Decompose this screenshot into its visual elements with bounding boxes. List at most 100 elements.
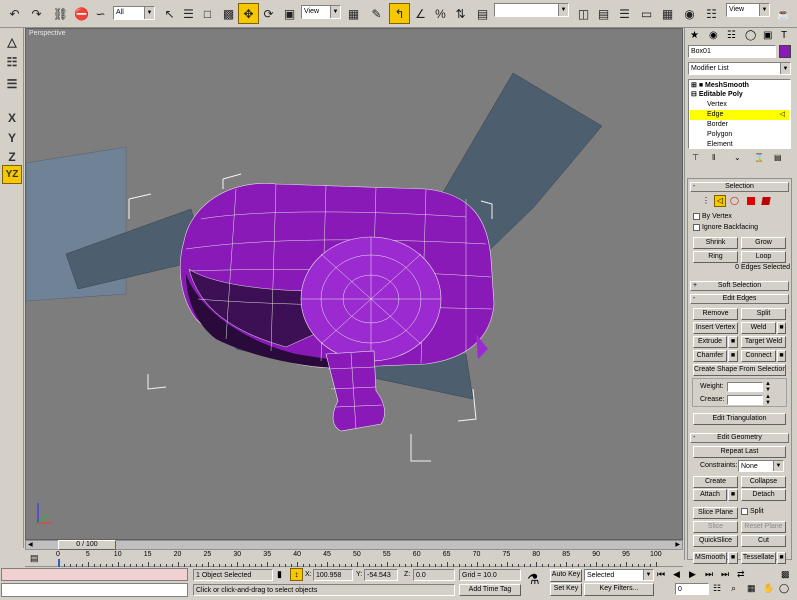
expand-icon[interactable]: ⊞: [691, 82, 697, 89]
collapse-icon[interactable]: ⊟: [691, 91, 697, 98]
orbit-icon[interactable]: ◯: [779, 583, 789, 594]
configure-sets-icon[interactable]: ▤: [774, 153, 782, 162]
attach-settings-icon[interactable]: ■: [728, 489, 738, 501]
time-slider-track[interactable]: 0 / 100 ◀ ▶: [25, 540, 683, 550]
time-config-icon[interactable]: ☷: [713, 583, 721, 594]
set-key-button[interactable]: Set Key: [550, 583, 582, 596]
crease-spinner[interactable]: [727, 395, 763, 405]
axis-constraint-z[interactable]: Z: [2, 147, 22, 166]
play-icon[interactable]: ▶: [689, 569, 696, 580]
key-mode-dropdown[interactable]: Selected ▼: [584, 569, 654, 581]
sub-element[interactable]: Element: [707, 140, 733, 149]
zoom-all-icon[interactable]: ▦: [747, 583, 756, 594]
constraints-dropdown[interactable]: None ▼: [738, 460, 784, 472]
axis-constraint-y[interactable]: Y: [2, 128, 22, 147]
element-mode-icon[interactable]: [761, 197, 771, 205]
weld-button[interactable]: Weld: [741, 322, 776, 334]
display-tab-icon[interactable]: ▣: [763, 30, 772, 41]
remove-modifier-icon[interactable]: ⌛: [754, 153, 764, 162]
axis-constraint-yz[interactable]: YZ: [2, 165, 22, 184]
current-frame-field[interactable]: 0: [675, 583, 709, 595]
detach-button[interactable]: Detach: [741, 489, 786, 501]
grow-button[interactable]: Grow: [741, 237, 786, 249]
target-weld-button[interactable]: Target Weld: [741, 336, 786, 348]
trackbar-menu-icon[interactable]: ▤: [30, 553, 39, 564]
edit-triangulation-button[interactable]: Edit Triangulation: [693, 413, 786, 425]
stack-item-editable-poly[interactable]: ⊟ Editable Poly: [691, 90, 788, 99]
shrink-button[interactable]: Shrink: [693, 237, 738, 249]
material-editor-icon[interactable]: ◉: [679, 3, 700, 24]
key-filters-button[interactable]: Key Filters...: [584, 583, 654, 596]
angle-snap-icon[interactable]: ∠: [410, 3, 431, 24]
connect-button[interactable]: Connect: [741, 350, 776, 362]
reference-coordinate-dropdown[interactable]: View ▼: [301, 5, 341, 19]
edit-edges-rollout-header[interactable]: - Edit Edges: [690, 294, 789, 304]
modify-tab-icon[interactable]: ◉: [709, 30, 718, 41]
modify-panel-icon[interactable]: ☰: [2, 74, 22, 93]
insert-vertex-button[interactable]: Insert Vertex: [693, 322, 738, 334]
next-key-icon[interactable]: ⏭: [705, 569, 713, 580]
spinner-snap-icon[interactable]: ⇅: [450, 3, 471, 24]
extrude-button[interactable]: Extrude: [693, 336, 727, 348]
z-coordinate-field[interactable]: 0.0: [413, 569, 455, 581]
goto-end-icon[interactable]: ⏭: [721, 569, 729, 580]
y-coordinate-field[interactable]: -54.543: [364, 569, 398, 581]
time-slider-thumb[interactable]: 0 / 100: [58, 540, 116, 550]
select-and-move-icon[interactable]: ✥: [238, 3, 259, 24]
split-button[interactable]: Split: [741, 308, 786, 320]
schematic-view-icon[interactable]: ▦: [657, 3, 678, 24]
cut-button[interactable]: Cut: [741, 535, 786, 547]
msmooth-settings-icon[interactable]: ■: [728, 552, 738, 564]
chamfer-settings-icon[interactable]: ■: [728, 350, 738, 362]
pivot-center-icon[interactable]: ▦: [343, 3, 364, 24]
border-mode-icon[interactable]: ◯: [730, 196, 739, 205]
tessellate-button[interactable]: Tessellate: [741, 552, 776, 564]
object-color-swatch[interactable]: [779, 45, 791, 58]
key-mode-toggle-icon[interactable]: ⇄: [737, 569, 745, 580]
view-dropdown[interactable]: View ▼: [726, 3, 770, 17]
zoom-icon[interactable]: ⌕: [731, 583, 736, 594]
named-selection-sets-dropdown[interactable]: ▼: [494, 3, 569, 17]
tessellate-settings-icon[interactable]: ■: [777, 552, 786, 564]
edge-mode-button[interactable]: ◁: [714, 195, 726, 207]
curve-editor-icon[interactable]: ▭: [636, 3, 657, 24]
prev-key-icon[interactable]: ◀: [673, 569, 680, 580]
bulb-icon[interactable]: ■: [699, 82, 703, 89]
slice-plane-button[interactable]: Slice Plane: [693, 507, 738, 519]
goto-start-icon[interactable]: ⏮: [657, 569, 665, 580]
extrude-settings-icon[interactable]: ■: [728, 336, 738, 348]
unlink-icon[interactable]: ⛔: [71, 3, 92, 24]
next-frame-icon[interactable]: ▶: [675, 541, 680, 548]
percent-snap-icon[interactable]: %: [430, 3, 451, 24]
snap-toggle-icon[interactable]: ↰: [389, 3, 410, 24]
edit-named-selection-icon[interactable]: ▤: [472, 3, 493, 24]
window-crossing-icon[interactable]: ▩: [218, 3, 239, 24]
lock-selection-icon[interactable]: ▮: [277, 569, 282, 580]
sub-polygon[interactable]: Polygon: [707, 130, 732, 139]
stack-item-meshsmooth[interactable]: ⊞ ■ MeshSmooth: [691, 81, 788, 90]
remove-button[interactable]: Remove: [693, 308, 738, 320]
absolute-mode-icon[interactable]: ↕: [290, 568, 303, 581]
sub-vertex[interactable]: Vertex: [707, 100, 727, 109]
soft-selection-rollout-header[interactable]: + Soft Selection: [690, 281, 789, 291]
axis-constraint-x[interactable]: X: [2, 108, 22, 127]
sub-edge[interactable]: Edge ◁: [690, 110, 789, 120]
edit-geometry-rollout-header[interactable]: - Edit Geometry: [690, 433, 789, 443]
auto-key-button[interactable]: Auto Key: [550, 569, 582, 582]
weight-spinner-arrows-icon[interactable]: ▲ ▼: [765, 381, 771, 393]
select-object-icon[interactable]: ↖: [159, 3, 180, 24]
vertex-mode-icon[interactable]: ⋮: [702, 196, 710, 205]
quickslice-button[interactable]: QuickSlice: [693, 535, 738, 547]
select-and-scale-icon[interactable]: ▣: [279, 3, 300, 24]
create-shape-button[interactable]: Create Shape From Selection: [693, 364, 786, 376]
sub-border[interactable]: Border: [707, 120, 728, 129]
mirror-icon[interactable]: ◫: [573, 3, 594, 24]
by-vertex-checkbox[interactable]: By Vertex: [693, 212, 773, 222]
msmooth-button[interactable]: MSmooth: [693, 552, 727, 564]
perspective-viewport[interactable]: Perspective: [25, 28, 683, 540]
pan-icon[interactable]: ✋: [763, 583, 774, 594]
utilities-tab-icon[interactable]: T: [781, 30, 787, 41]
hierarchy-tab-icon[interactable]: ☷: [727, 30, 736, 41]
motion-tab-icon[interactable]: ◯: [745, 30, 756, 41]
weight-spinner[interactable]: [727, 382, 763, 392]
